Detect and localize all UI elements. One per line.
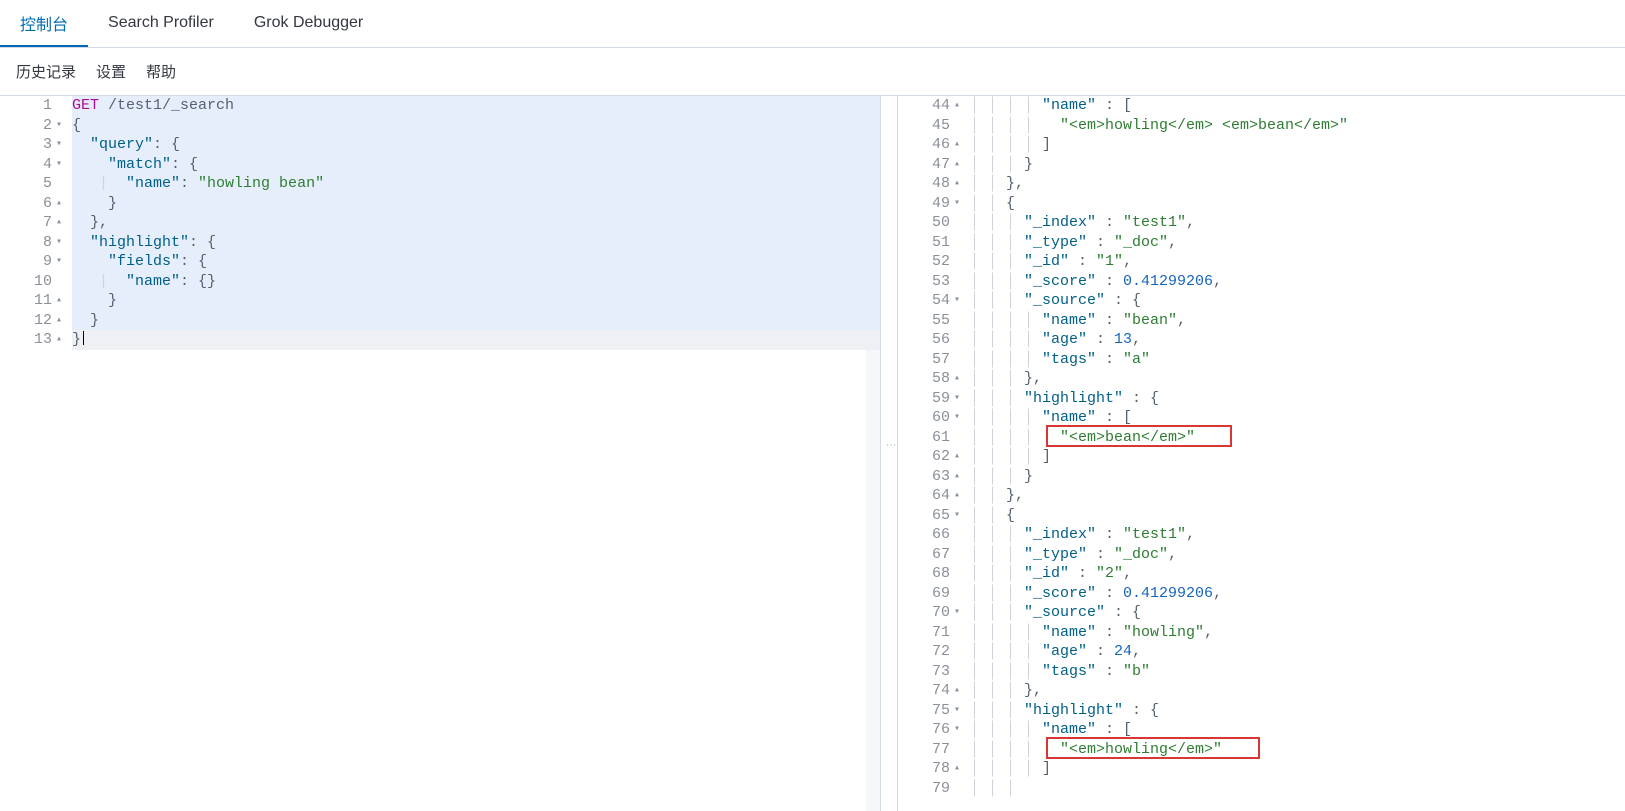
workbench: 12▾3▾4▾56▴7▴8▾9▾1011▴12▴13▴ GET /test1/_…	[0, 96, 1625, 811]
response-code[interactable]: │ │ │ │ "name" : [│ │ │ │ "<em>howling</…	[956, 96, 1625, 811]
line-number-gutter: 44▴4546▴47▴48▴49▾5051525354▾55565758▴59▾…	[898, 96, 956, 811]
request-code[interactable]: GET /test1/_search{ "query": { "match": …	[58, 96, 880, 811]
app-root: 控制台 Search Profiler Grok Debugger 历史记录 设…	[0, 0, 1625, 811]
dev-tools-tabs: 控制台 Search Profiler Grok Debugger	[0, 0, 1625, 48]
toolbar-settings[interactable]: 设置	[96, 61, 126, 82]
tab-grok-debugger[interactable]: Grok Debugger	[234, 0, 383, 47]
pane-resize-handle[interactable]: ⋮	[880, 96, 898, 811]
console-toolbar: 历史记录 设置 帮助	[0, 48, 1625, 96]
tab-console[interactable]: 控制台	[0, 0, 88, 47]
request-editor[interactable]: 12▾3▾4▾56▴7▴8▾9▾1011▴12▴13▴ GET /test1/_…	[0, 96, 880, 811]
drag-handle-icon: ⋮	[885, 440, 896, 452]
line-number-gutter: 12▾3▾4▾56▴7▴8▾9▾1011▴12▴13▴	[0, 96, 58, 811]
toolbar-history[interactable]: 历史记录	[16, 61, 76, 82]
toolbar-help[interactable]: 帮助	[146, 61, 176, 82]
tab-search-profiler[interactable]: Search Profiler	[88, 0, 234, 47]
response-editor[interactable]: 44▴4546▴47▴48▴49▾5051525354▾55565758▴59▾…	[898, 96, 1625, 811]
